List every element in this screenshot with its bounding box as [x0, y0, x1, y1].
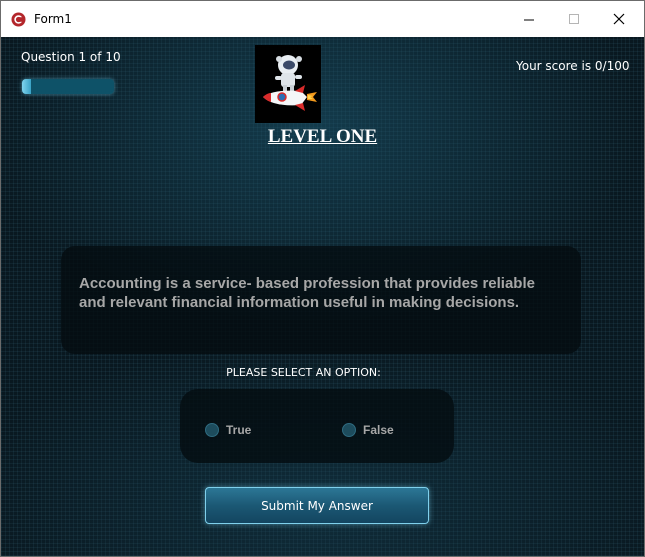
quiz-panel: Question 1 of 10 Your score is 0/100 LEV… — [1, 37, 644, 556]
question-panel: Accounting is a service- based professio… — [61, 246, 581, 354]
progress-bar — [22, 79, 114, 94]
options-panel: True False — [180, 389, 454, 463]
option-true[interactable]: True — [205, 423, 251, 437]
window-title: Form1 — [34, 12, 72, 26]
level-title: LEVEL ONE — [267, 126, 378, 147]
title-bar[interactable]: Form1 — [1, 1, 644, 37]
app-window: Form1 Question 1 of 10 Your score is 0/1… — [0, 0, 645, 557]
minimize-button[interactable] — [506, 1, 552, 37]
astronaut-rocket-logo — [255, 45, 321, 123]
option-false[interactable]: False — [342, 423, 394, 437]
radio-false[interactable] — [342, 423, 356, 437]
maximize-button[interactable] — [551, 1, 597, 37]
score-label: Your score is 0/100 — [516, 59, 630, 73]
option-true-label: True — [226, 423, 252, 437]
minimize-icon — [524, 19, 534, 21]
option-false-label: False — [363, 423, 394, 437]
question-counter: Question 1 of 10 — [21, 50, 121, 64]
close-button[interactable] — [596, 1, 642, 37]
question-text: Accounting is a service- based professio… — [79, 275, 535, 311]
option-prompt: PLEASE SELECT AN OPTION: — [226, 366, 381, 379]
close-icon — [613, 13, 625, 25]
maximize-icon — [569, 14, 579, 24]
app-icon — [11, 12, 26, 27]
progress-fill — [22, 79, 32, 94]
submit-button[interactable]: Submit My Answer — [205, 487, 429, 524]
radio-true[interactable] — [205, 423, 219, 437]
